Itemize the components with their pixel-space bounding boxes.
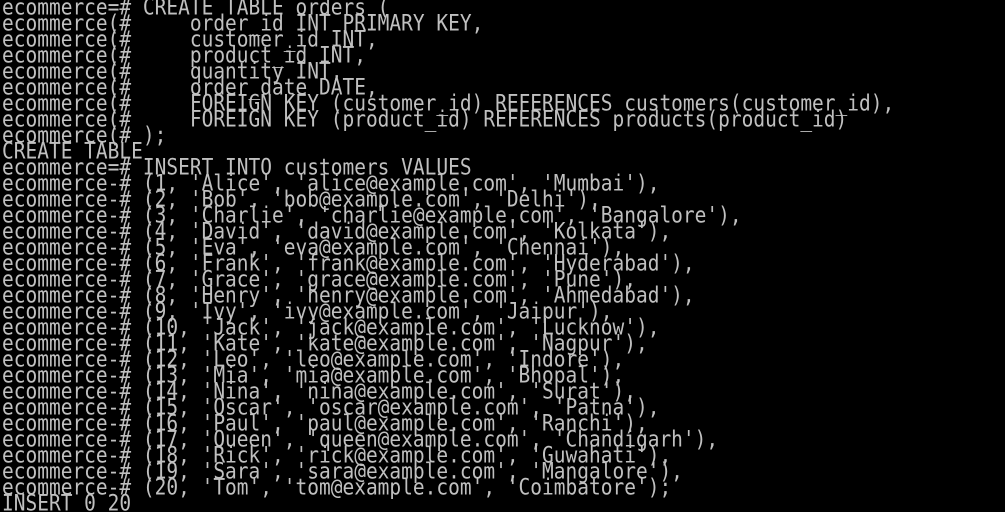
terminal-window[interactable]: ecommerce=# CREATE TABLE orders ( ecomme… — [0, 0, 1005, 512]
terminal-line: INSERT 0 20 — [2, 490, 132, 512]
terminal-output[interactable]: ecommerce=# CREATE TABLE orders ( ecomme… — [2, 0, 1005, 512]
